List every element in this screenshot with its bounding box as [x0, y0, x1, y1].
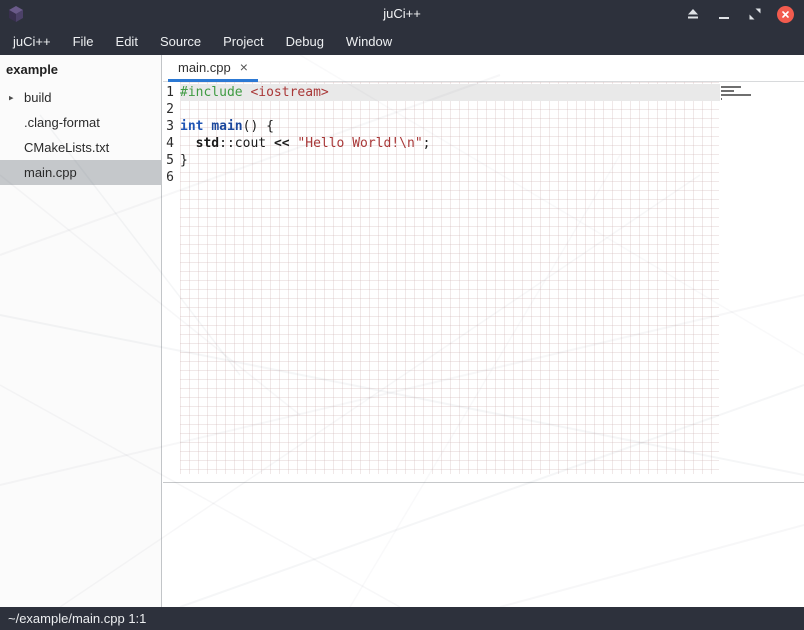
code-line[interactable]: 2: [165, 101, 720, 118]
code-area[interactable]: 1#include <iostream>23int main() {4 std:…: [165, 84, 720, 186]
menu-item-project[interactable]: Project: [212, 28, 274, 55]
status-file-position: ~/example/main.cpp 1:1: [8, 611, 146, 626]
code-line[interactable]: 5}: [165, 152, 720, 169]
code-line[interactable]: 1 #include <iostream>: [165, 84, 720, 101]
tab-label: main.cpp: [178, 60, 231, 75]
expand-arrow-icon[interactable]: ▸: [9, 92, 14, 103]
content-area: example ▸ build .clang-format CMakeLists…: [0, 55, 804, 607]
tab-main-cpp[interactable]: main.cpp ×: [168, 55, 258, 82]
tree-item-cmakelists[interactable]: CMakeLists.txt: [0, 135, 161, 160]
code-line-text: }: [180, 152, 720, 169]
tree-item-build[interactable]: ▸ build: [0, 85, 161, 110]
code-line[interactable]: 4 std::cout << "Hello World!\n";: [165, 135, 720, 152]
minimap: [721, 86, 755, 102]
window-controls: [684, 0, 794, 28]
titlebar: juCi++: [0, 0, 804, 28]
eject-icon[interactable]: [684, 6, 701, 23]
tree-item-clang-format[interactable]: .clang-format: [0, 110, 161, 135]
menu-item-juci[interactable]: juCi++: [2, 28, 62, 55]
tab-close-icon[interactable]: ×: [240, 60, 248, 74]
line-number: 5: [165, 152, 174, 169]
menu-item-source[interactable]: Source: [149, 28, 212, 55]
minimap-line: [721, 94, 751, 96]
line-number: 6: [165, 169, 174, 186]
app-window: juCi++: [0, 0, 804, 630]
line-number: 3: [165, 118, 174, 135]
line-number: 4: [165, 135, 174, 152]
menu-item-window[interactable]: Window: [335, 28, 403, 55]
code-line[interactable]: 6: [165, 169, 720, 186]
code-line-text: [180, 101, 720, 118]
code-line[interactable]: 3 int main() {: [165, 118, 720, 135]
minimize-button[interactable]: [715, 6, 732, 23]
menu-item-edit[interactable]: Edit: [105, 28, 149, 55]
status-bar: ~/example/main.cpp 1:1: [0, 607, 804, 630]
code-editor[interactable]: 1#include <iostream>23int main() {4 std:…: [163, 82, 804, 482]
code-line-text: std::cout << "Hello World!\n";: [180, 135, 720, 152]
restore-button[interactable]: [746, 6, 763, 23]
code-line-text: #include <iostream>: [180, 84, 720, 101]
minimap-line: [721, 90, 734, 92]
tree-item-label: main.cpp: [24, 165, 77, 180]
file-tree: example ▸ build .clang-format CMakeLists…: [0, 55, 162, 607]
tree-item-main-cpp[interactable]: main.cpp: [0, 160, 161, 185]
tree-item-label: build: [24, 90, 51, 105]
minimap-line: [721, 98, 722, 100]
tree-item-label: CMakeLists.txt: [24, 140, 109, 155]
code-line-text: [180, 169, 720, 186]
line-number: 2: [165, 101, 174, 118]
minimap-line: [721, 86, 741, 88]
editor-column: main.cpp × 1 #include <iostream> 23 int mai…: [163, 55, 804, 607]
menu-item-file[interactable]: File: [62, 28, 105, 55]
terminal-panel[interactable]: [163, 482, 804, 607]
menubar: juCi++ File Edit Source Project Debug Wi…: [0, 28, 804, 55]
code-line-text: int main() {: [180, 118, 720, 135]
line-number: 1: [165, 84, 174, 101]
tree-item-label: .clang-format: [24, 115, 100, 130]
project-root[interactable]: example: [0, 55, 161, 85]
project-root-label: example: [6, 62, 58, 77]
menu-item-debug[interactable]: Debug: [275, 28, 335, 55]
tab-bar: main.cpp ×: [163, 55, 804, 82]
close-button[interactable]: [777, 6, 794, 23]
